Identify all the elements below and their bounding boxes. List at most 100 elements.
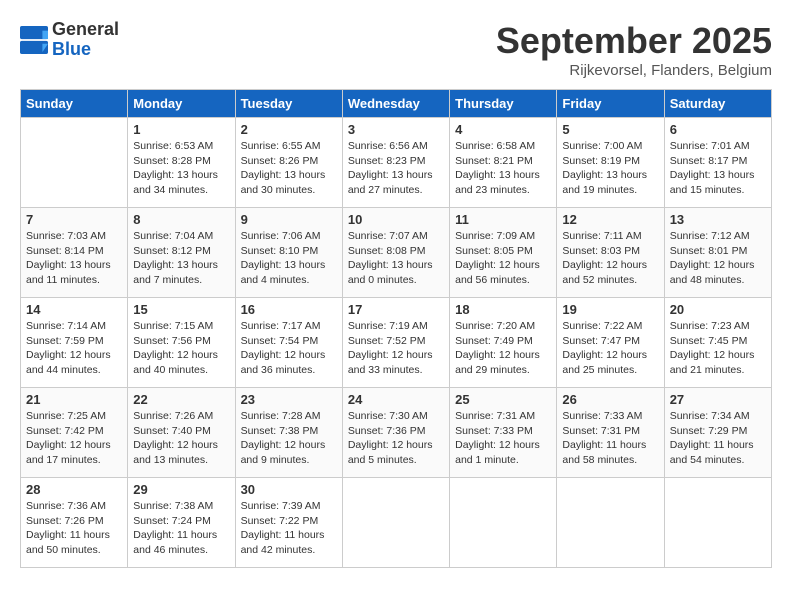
calendar-cell: 22 Sunrise: 7:26 AM Sunset: 7:40 PM Dayli… <box>128 388 235 478</box>
calendar-cell: 27 Sunrise: 7:34 AM Sunset: 7:29 PM Dayli… <box>664 388 771 478</box>
day-info: Sunrise: 7:26 AM Sunset: 7:40 PM Dayligh… <box>133 409 229 468</box>
day-info: Sunrise: 7:17 AM Sunset: 7:54 PM Dayligh… <box>241 319 337 378</box>
month-title: September 2025 <box>496 20 772 62</box>
day-number: 3 <box>348 122 444 137</box>
day-number: 8 <box>133 212 229 227</box>
day-number: 4 <box>455 122 551 137</box>
calendar-cell: 4 Sunrise: 6:58 AM Sunset: 8:21 PM Daylig… <box>450 118 557 208</box>
logo-text: General Blue <box>52 20 119 60</box>
day-header-saturday: Saturday <box>664 90 771 118</box>
day-info: Sunrise: 6:55 AM Sunset: 8:26 PM Dayligh… <box>241 139 337 198</box>
day-number: 2 <box>241 122 337 137</box>
day-number: 27 <box>670 392 766 407</box>
week-row-4: 21 Sunrise: 7:25 AM Sunset: 7:42 PM Dayli… <box>21 388 772 478</box>
day-info: Sunrise: 7:11 AM Sunset: 8:03 PM Dayligh… <box>562 229 658 288</box>
day-info: Sunrise: 7:06 AM Sunset: 8:10 PM Dayligh… <box>241 229 337 288</box>
week-row-1: 1 Sunrise: 6:53 AM Sunset: 8:28 PM Daylig… <box>21 118 772 208</box>
calendar-cell: 16 Sunrise: 7:17 AM Sunset: 7:54 PM Dayli… <box>235 298 342 388</box>
location-subtitle: Rijkevorsel, Flanders, Belgium <box>496 62 772 79</box>
logo-blue: Blue <box>52 40 119 60</box>
day-number: 6 <box>670 122 766 137</box>
day-info: Sunrise: 7:22 AM Sunset: 7:47 PM Dayligh… <box>562 319 658 378</box>
day-number: 20 <box>670 302 766 317</box>
calendar-cell: 29 Sunrise: 7:38 AM Sunset: 7:24 PM Dayli… <box>128 478 235 568</box>
calendar-cell: 20 Sunrise: 7:23 AM Sunset: 7:45 PM Dayli… <box>664 298 771 388</box>
calendar-cell: 23 Sunrise: 7:28 AM Sunset: 7:38 PM Dayli… <box>235 388 342 478</box>
day-info: Sunrise: 6:58 AM Sunset: 8:21 PM Dayligh… <box>455 139 551 198</box>
day-number: 19 <box>562 302 658 317</box>
day-number: 5 <box>562 122 658 137</box>
calendar-cell: 10 Sunrise: 7:07 AM Sunset: 8:08 PM Dayli… <box>342 208 449 298</box>
day-info: Sunrise: 7:23 AM Sunset: 7:45 PM Dayligh… <box>670 319 766 378</box>
calendar-cell <box>664 478 771 568</box>
day-info: Sunrise: 7:33 AM Sunset: 7:31 PM Dayligh… <box>562 409 658 468</box>
day-number: 24 <box>348 392 444 407</box>
day-header-wednesday: Wednesday <box>342 90 449 118</box>
day-info: Sunrise: 7:34 AM Sunset: 7:29 PM Dayligh… <box>670 409 766 468</box>
day-number: 12 <box>562 212 658 227</box>
day-info: Sunrise: 7:31 AM Sunset: 7:33 PM Dayligh… <box>455 409 551 468</box>
day-info: Sunrise: 7:12 AM Sunset: 8:01 PM Dayligh… <box>670 229 766 288</box>
day-info: Sunrise: 7:15 AM Sunset: 7:56 PM Dayligh… <box>133 319 229 378</box>
day-info: Sunrise: 6:53 AM Sunset: 8:28 PM Dayligh… <box>133 139 229 198</box>
day-number: 29 <box>133 482 229 497</box>
day-number: 17 <box>348 302 444 317</box>
calendar-cell: 25 Sunrise: 7:31 AM Sunset: 7:33 PM Dayli… <box>450 388 557 478</box>
logo-general: General <box>52 20 119 40</box>
day-info: Sunrise: 7:01 AM Sunset: 8:17 PM Dayligh… <box>670 139 766 198</box>
day-header-tuesday: Tuesday <box>235 90 342 118</box>
calendar-cell: 9 Sunrise: 7:06 AM Sunset: 8:10 PM Daylig… <box>235 208 342 298</box>
day-number: 23 <box>241 392 337 407</box>
day-info: Sunrise: 7:09 AM Sunset: 8:05 PM Dayligh… <box>455 229 551 288</box>
day-number: 26 <box>562 392 658 407</box>
day-number: 18 <box>455 302 551 317</box>
day-info: Sunrise: 7:20 AM Sunset: 7:49 PM Dayligh… <box>455 319 551 378</box>
calendar-cell: 19 Sunrise: 7:22 AM Sunset: 7:47 PM Dayli… <box>557 298 664 388</box>
day-number: 7 <box>26 212 122 227</box>
day-info: Sunrise: 7:39 AM Sunset: 7:22 PM Dayligh… <box>241 499 337 558</box>
day-number: 9 <box>241 212 337 227</box>
day-number: 21 <box>26 392 122 407</box>
page-header: General Blue September 2025 Rijkevorsel,… <box>20 20 772 79</box>
day-number: 22 <box>133 392 229 407</box>
day-info: Sunrise: 7:25 AM Sunset: 7:42 PM Dayligh… <box>26 409 122 468</box>
calendar-cell <box>450 478 557 568</box>
calendar-cell: 8 Sunrise: 7:04 AM Sunset: 8:12 PM Daylig… <box>128 208 235 298</box>
week-row-2: 7 Sunrise: 7:03 AM Sunset: 8:14 PM Daylig… <box>21 208 772 298</box>
calendar-cell: 26 Sunrise: 7:33 AM Sunset: 7:31 PM Dayli… <box>557 388 664 478</box>
day-header-sunday: Sunday <box>21 90 128 118</box>
day-info: Sunrise: 7:19 AM Sunset: 7:52 PM Dayligh… <box>348 319 444 378</box>
calendar-cell: 12 Sunrise: 7:11 AM Sunset: 8:03 PM Dayli… <box>557 208 664 298</box>
calendar-cell: 17 Sunrise: 7:19 AM Sunset: 7:52 PM Dayli… <box>342 298 449 388</box>
day-info: Sunrise: 7:30 AM Sunset: 7:36 PM Dayligh… <box>348 409 444 468</box>
calendar-cell: 18 Sunrise: 7:20 AM Sunset: 7:49 PM Dayli… <box>450 298 557 388</box>
day-number: 1 <box>133 122 229 137</box>
logo-icon <box>20 26 48 54</box>
day-info: Sunrise: 7:14 AM Sunset: 7:59 PM Dayligh… <box>26 319 122 378</box>
day-header-thursday: Thursday <box>450 90 557 118</box>
week-row-5: 28Sunrise: 7:36 AM Sunset: 7:26 PM Dayli… <box>21 478 772 568</box>
day-header-friday: Friday <box>557 90 664 118</box>
calendar-cell: 21 Sunrise: 7:25 AM Sunset: 7:42 PM Dayli… <box>21 388 128 478</box>
calendar-cell: 7 Sunrise: 7:03 AM Sunset: 8:14 PM Daylig… <box>21 208 128 298</box>
day-number: 28 <box>26 482 122 497</box>
calendar-cell: 28Sunrise: 7:36 AM Sunset: 7:26 PM Dayli… <box>21 478 128 568</box>
day-number: 13 <box>670 212 766 227</box>
calendar-cell: 3Sunrise: 6:56 AM Sunset: 8:23 PM Daylig… <box>342 118 449 208</box>
day-info: Sunrise: 7:38 AM Sunset: 7:24 PM Dayligh… <box>133 499 229 558</box>
day-number: 25 <box>455 392 551 407</box>
calendar-cell: 13 Sunrise: 7:12 AM Sunset: 8:01 PM Dayli… <box>664 208 771 298</box>
calendar-cell: 30Sunrise: 7:39 AM Sunset: 7:22 PM Dayli… <box>235 478 342 568</box>
day-info: Sunrise: 7:03 AM Sunset: 8:14 PM Dayligh… <box>26 229 122 288</box>
day-number: 14 <box>26 302 122 317</box>
calendar-cell <box>21 118 128 208</box>
title-block: September 2025 Rijkevorsel, Flanders, Be… <box>496 20 772 79</box>
week-row-3: 14 Sunrise: 7:14 AM Sunset: 7:59 PM Dayli… <box>21 298 772 388</box>
day-info: Sunrise: 7:04 AM Sunset: 8:12 PM Dayligh… <box>133 229 229 288</box>
day-number: 16 <box>241 302 337 317</box>
day-info: Sunrise: 7:28 AM Sunset: 7:38 PM Dayligh… <box>241 409 337 468</box>
calendar-cell: 11Sunrise: 7:09 AM Sunset: 8:05 PM Dayli… <box>450 208 557 298</box>
day-info: Sunrise: 7:07 AM Sunset: 8:08 PM Dayligh… <box>348 229 444 288</box>
calendar-header-row: SundayMondayTuesdayWednesdayThursdayFrid… <box>21 90 772 118</box>
day-number: 10 <box>348 212 444 227</box>
